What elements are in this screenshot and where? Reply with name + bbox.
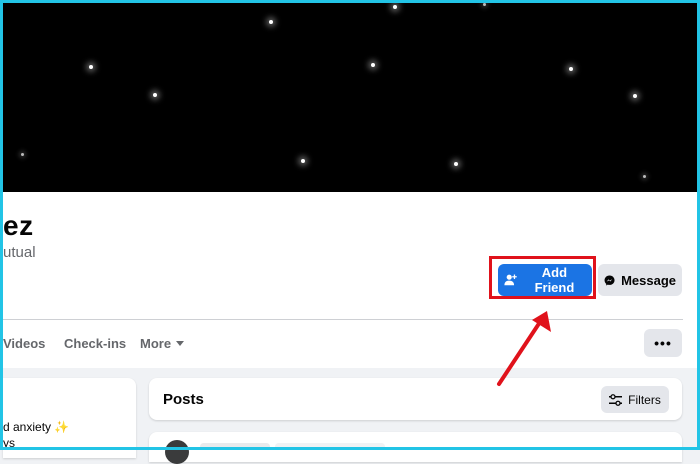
tab-more-label: More (140, 336, 172, 351)
message-button[interactable]: Message (598, 264, 682, 296)
cover-star (643, 175, 646, 178)
intro-card (3, 378, 136, 458)
tab-checkins[interactable]: Check-ins (64, 336, 126, 351)
cover-star (371, 63, 375, 67)
filters-button[interactable]: Filters (601, 386, 669, 413)
highlight-annotation-box (489, 256, 596, 299)
header-divider (3, 319, 683, 320)
cover-star (269, 20, 273, 24)
posts-title: Posts (163, 391, 204, 408)
messenger-icon (604, 275, 615, 285)
caret-down-icon (176, 340, 185, 346)
avatar[interactable] (165, 440, 189, 464)
sliders-icon (609, 393, 623, 406)
cover-star (21, 153, 24, 156)
filters-label: Filters (628, 392, 661, 407)
profile-name: ez (3, 210, 34, 241)
cover-star (633, 94, 637, 98)
cover-star (153, 93, 157, 97)
cover-photo[interactable] (3, 3, 697, 192)
message-label: Message (621, 272, 676, 288)
cover-star (454, 162, 458, 166)
cover-star (483, 3, 486, 6)
more-options-button[interactable]: ••• (644, 329, 682, 357)
cover-star (569, 67, 573, 71)
intro-bio-text: d anxiety ✨ (3, 420, 70, 434)
arrow-annotation (497, 311, 551, 386)
cover-star (393, 5, 397, 9)
intro-detail-text: ys (3, 436, 15, 450)
mutual-friends-text[interactable]: utual (3, 244, 36, 261)
post-author-placeholder (200, 443, 270, 450)
post-meta-placeholder (275, 443, 385, 450)
cover-star (301, 159, 305, 163)
tab-videos[interactable]: Videos (3, 336, 45, 351)
cover-star (89, 65, 93, 69)
tab-more[interactable]: More (140, 336, 185, 351)
